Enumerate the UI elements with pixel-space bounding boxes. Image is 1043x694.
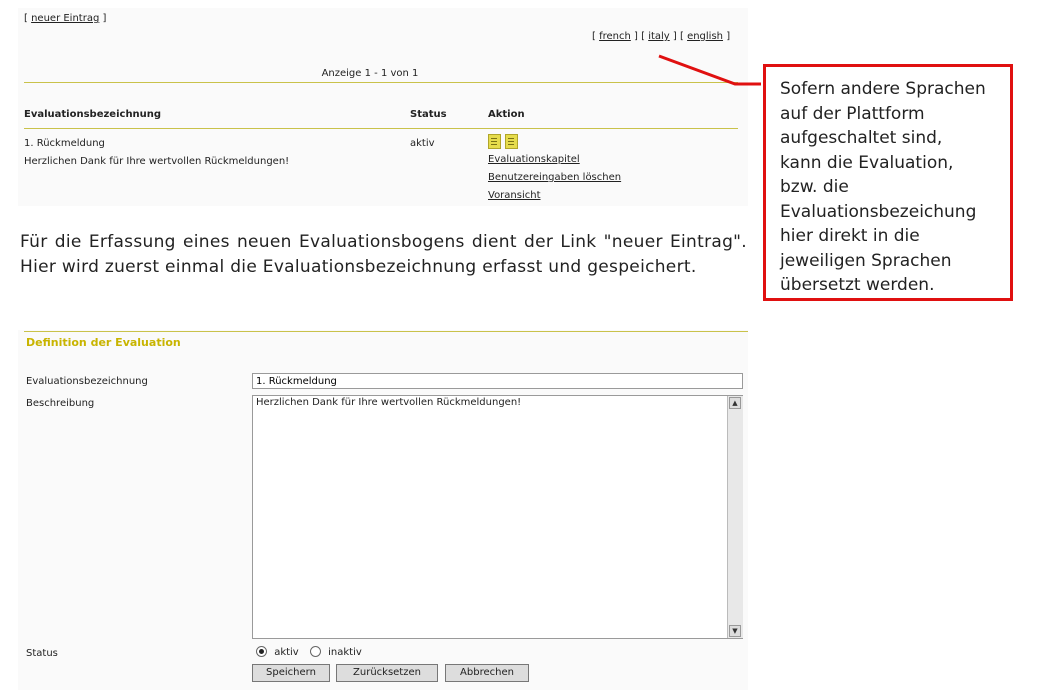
status-active-radio[interactable] bbox=[256, 646, 267, 657]
col-header-status: Status bbox=[410, 109, 447, 120]
pager-text: Anzeige 1 - 1 von 1 bbox=[321, 68, 419, 79]
row-description: Herzlichen Dank für Ihre wertvollen Rück… bbox=[24, 156, 290, 167]
description-label: Beschreibung bbox=[26, 398, 95, 409]
callout-line: kann die Evaluation, bbox=[780, 152, 954, 173]
section-title: Definition der Evaluation bbox=[26, 336, 181, 349]
description-scrollbar[interactable]: ▲ ▼ bbox=[727, 396, 743, 638]
callout-pointer-line bbox=[658, 54, 761, 86]
callout-line: hier direkt in die bbox=[780, 226, 920, 246]
name-label: Evaluationsbezeichnung bbox=[26, 376, 148, 387]
save-button[interactable]: Speichern bbox=[252, 664, 330, 682]
new-entry-row: [ neuer Eintrag ] bbox=[24, 13, 107, 24]
callout-line: übersetzt werden. bbox=[780, 275, 935, 295]
lang-english-link[interactable]: english bbox=[687, 31, 723, 42]
status-inactive-label: inaktiv bbox=[328, 646, 362, 658]
delete-user-input-link[interactable]: Benutzereingaben löschen bbox=[488, 172, 621, 183]
callout-line: aufgeschaltet sind, bbox=[780, 128, 943, 148]
col-header-name: Evaluationsbezeichnung bbox=[24, 109, 162, 120]
divider bbox=[24, 82, 738, 83]
col-header-action: Aktion bbox=[488, 109, 525, 120]
new-entry-link[interactable]: neuer Eintrag bbox=[31, 13, 99, 24]
language-links: [ french ] [ italy ] [ english ] bbox=[592, 31, 731, 42]
translate-document-icon[interactable] bbox=[505, 134, 518, 149]
preview-link[interactable]: Voransicht bbox=[488, 190, 541, 201]
evaluation-name-input[interactable] bbox=[252, 373, 743, 389]
divider bbox=[24, 128, 738, 129]
evaluation-chapter-link[interactable]: Evaluationskapitel bbox=[488, 154, 580, 165]
scroll-up-icon[interactable]: ▲ bbox=[729, 397, 741, 409]
status-radio-group: aktiv inaktiv bbox=[256, 646, 362, 658]
callout-line: Evaluationsbezeichung bbox=[780, 201, 977, 222]
status-active-label: aktiv bbox=[274, 646, 299, 658]
description-text: Herzlichen Dank für Ihre wertvollen Rück… bbox=[256, 397, 522, 408]
row-title: 1. Rückmeldung bbox=[24, 138, 105, 149]
callout-line: jeweiligen Sprachen bbox=[780, 250, 952, 271]
callout-line: Sofern andere Sprachen bbox=[780, 79, 986, 99]
edit-document-icon[interactable] bbox=[488, 134, 501, 149]
explanation-paragraph: Für die Erfassung eines neuen Evaluation… bbox=[20, 232, 747, 277]
divider bbox=[24, 331, 748, 332]
status-inactive-radio[interactable] bbox=[309, 646, 321, 657]
row-status: aktiv bbox=[410, 138, 435, 149]
callout-line: auf der Plattform bbox=[780, 103, 925, 124]
row-action-icons bbox=[488, 134, 522, 153]
description-textarea[interactable]: Herzlichen Dank für Ihre wertvollen Rück… bbox=[252, 395, 743, 639]
callout-line: bzw. die bbox=[780, 177, 849, 197]
lang-italy-link[interactable]: italy bbox=[648, 31, 670, 42]
cancel-button[interactable]: Abbrechen bbox=[445, 664, 529, 682]
status-label: Status bbox=[26, 648, 58, 659]
callout-box: Sofern andere Sprachen auf der Plattform… bbox=[763, 64, 1013, 301]
lang-french-link[interactable]: french bbox=[599, 31, 631, 42]
scroll-down-icon[interactable]: ▼ bbox=[729, 625, 741, 637]
reset-button[interactable]: Zurücksetzen bbox=[336, 664, 438, 682]
